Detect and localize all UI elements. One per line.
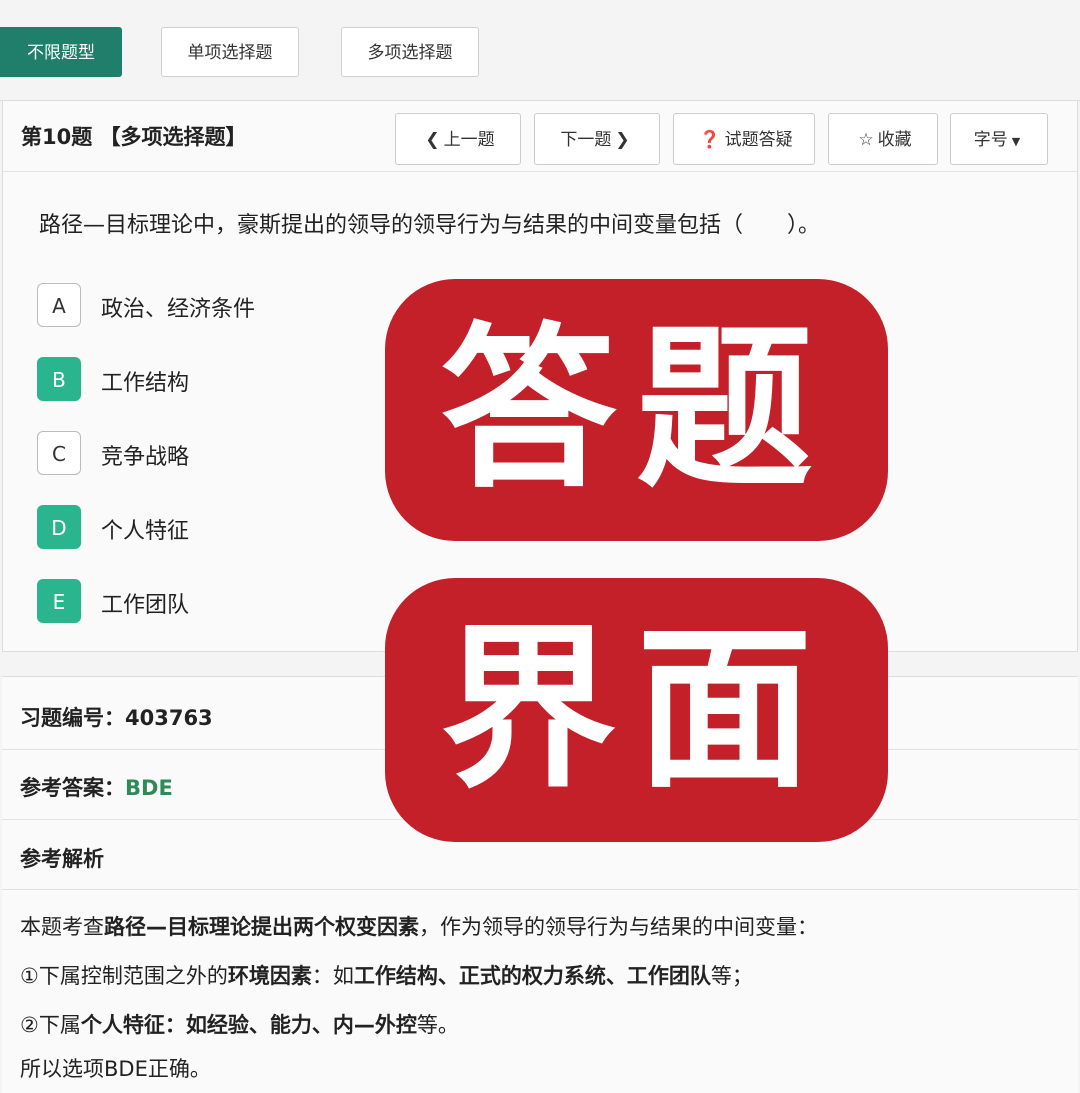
tab-single-choice[interactable]: 单项选择题 [161,27,299,77]
text: ②下属 [20,1013,81,1037]
chevron-right-icon: ❯ [615,130,630,150]
bold-text: 路径—目标理论提出两个权变因素 [104,915,419,939]
option-letter: C [37,431,81,475]
question-id-label: 习题编号： [20,706,125,730]
bold-text: 个人特征：如经验、能力、内—外控 [80,1013,417,1037]
next-label: 下一题 [560,130,612,150]
option-text: 工作团队 [101,593,190,618]
text: ，作为领导的领导行为与结果的中间变量： [419,915,818,939]
star-icon: ☆ [858,130,874,150]
caret-down-icon: ▼ [1011,135,1021,148]
question-type-bar: 不限题型 单项选择题 多项选择题 [0,0,1080,101]
reference-answer-label: 参考答案： [20,776,125,800]
qa-label: 试题答疑 [724,130,793,150]
prev-question-button[interactable]: ❮ 上一题 [395,113,521,165]
prev-label: 上一题 [443,130,495,150]
overlay-text-top: 答题 [440,307,833,512]
analysis-line-1: 本题考查路径—目标理论提出两个权变因素，作为领导的领导行为与结果的中间变量： [20,911,818,941]
option-text: 个人特征 [101,519,190,544]
overlay-badge-top: 答题 [385,279,888,541]
text: 本题考查 [20,915,104,939]
font-size-dropdown[interactable]: 字号 ▼ [950,113,1048,165]
text: 等； [710,964,753,988]
chevron-left-icon: ❮ [425,130,440,150]
text: ：如 [311,964,354,988]
analysis-line-3: ②下属个人特征：如经验、能力、内—外控等。 [20,1009,459,1039]
option-letter: D [37,505,81,549]
option-text: 政治、经济条件 [101,297,256,322]
option-letter: B [37,357,81,401]
reference-answer-value: BDE [125,776,173,800]
next-question-button[interactable]: 下一题 ❯ [534,113,660,165]
question-number: 第10题 [21,125,93,149]
favorite-label: 收藏 [877,130,912,150]
question-type: 【多项选择题】 [99,125,247,149]
option-text: 竞争战略 [101,445,190,470]
question-id-value: 403763 [125,706,213,730]
favorite-button[interactable]: ☆ 收藏 [828,113,938,165]
overlay-text-bottom: 界面 [440,607,833,812]
question-id: 习题编号：403763 [20,702,213,732]
analysis-line-4: 所以选项BDE正确。 [20,1057,211,1081]
overlay-badge-bottom: 界面 [385,578,888,842]
tab-all-types[interactable]: 不限题型 [0,27,122,77]
tab-multiple-choice[interactable]: 多项选择题 [341,27,479,77]
option-letter: A [37,283,81,327]
bold-text: 工作结构、正式的权力系统、工作团队 [353,964,711,988]
reference-answer: 参考答案：BDE [20,772,173,802]
text: ①下属控制范围之外的 [20,964,228,988]
question-circle-icon: ❓ [699,130,721,150]
analysis-line-2: ①下属控制范围之外的环境因素：如工作结构、正式的权力系统、工作团队等； [20,960,753,990]
question-header: 第10题 【多项选择题】 ❮ 上一题 下一题 ❯ ❓ 试题答疑 ☆ 收藏 字号 ▼ [3,101,1077,172]
option-letter: E [37,579,81,623]
question-title: 第10题 【多项选择题】 [21,121,247,151]
question-text: 路径—目标理论中，豪斯提出的领导的领导行为与结果的中间变量包括（ ）。 [39,213,821,238]
font-size-label: 字号 [973,130,1008,150]
option-text: 工作结构 [101,371,190,396]
text: 等。 [416,1013,459,1037]
question-qa-button[interactable]: ❓ 试题答疑 [673,113,815,165]
bold-text: 环境因素 [227,964,312,988]
analysis-title: 参考解析 [20,847,104,871]
